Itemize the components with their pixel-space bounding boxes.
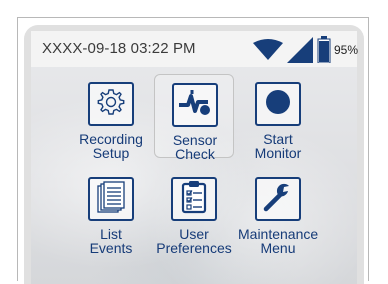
maintenance-menu-label: Maintenance Menu [238, 226, 319, 256]
list-events-button[interactable]: List Events [71, 171, 151, 255]
icon-frame [255, 177, 301, 221]
gear-icon [96, 87, 126, 122]
battery-percentage: 95% [334, 43, 359, 57]
record-icon [263, 87, 293, 122]
device-screen: XXXX-09-18 03:22 PM 95% Recording Setup … [31, 31, 359, 284]
recording-setup-button[interactable]: Recording Setup [71, 76, 151, 160]
recording-setup-label: Recording Setup [79, 131, 143, 161]
sensor-check-label: Sensor Check [172, 132, 218, 162]
maintenance-menu-button[interactable]: Maintenance Menu [238, 171, 318, 255]
document-list-icon [96, 180, 126, 219]
user-preferences-button[interactable]: User Preferences [154, 171, 234, 255]
status-bar: XXXX-09-18 03:22 PM 95% [31, 31, 359, 68]
wrench-icon [262, 181, 294, 218]
start-monitor-label: Start Monitor [254, 131, 302, 161]
icon-frame [88, 82, 134, 126]
list-events-label: List Events [89, 226, 133, 256]
sensor-check-button[interactable]: Sensor Check [154, 74, 234, 162]
icon-frame [172, 83, 218, 127]
icon-frame [171, 177, 217, 221]
datetime-display: XXXX-09-18 03:22 PM [42, 40, 196, 57]
battery-icon [317, 36, 331, 68]
wifi-icon [253, 39, 283, 66]
device-bezel: XXXX-09-18 03:22 PM 95% Recording Setup … [24, 25, 364, 284]
icon-frame [88, 177, 134, 221]
cell-signal-icon [287, 37, 313, 68]
user-preferences-label: User Preferences [156, 226, 232, 256]
icon-frame [255, 82, 301, 126]
sensor-check-icon [178, 88, 212, 123]
start-monitor-button[interactable]: Start Monitor [238, 76, 318, 160]
clipboard-checklist-icon [179, 180, 209, 219]
